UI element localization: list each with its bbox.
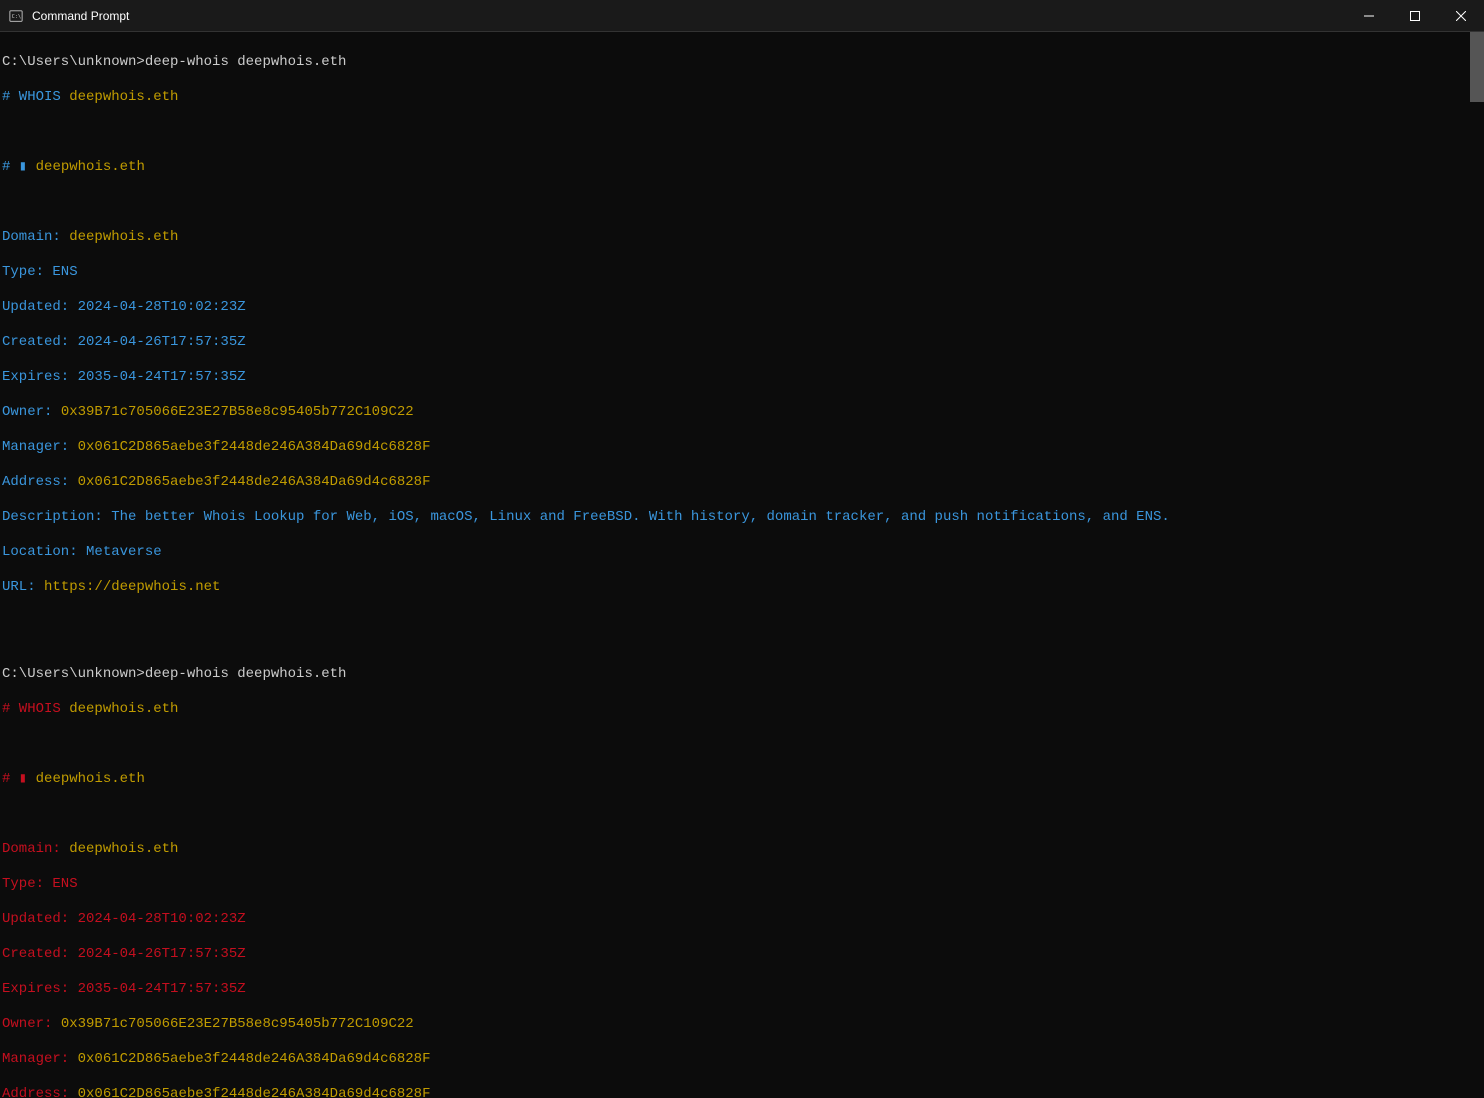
- owner-label: Owner:: [2, 404, 61, 420]
- owner-value: 0x39B71c705066E23E27B58e8c95405b772C109C…: [61, 1016, 414, 1032]
- close-button[interactable]: [1438, 0, 1484, 31]
- terminal-output[interactable]: C:\Users\unknown>deep-whois deepwhois.et…: [0, 32, 1484, 1098]
- titlebar-controls: [1346, 0, 1484, 31]
- owner-value: 0x39B71c705066E23E27B58e8c95405b772C109C…: [61, 404, 414, 420]
- type-line: Type: ENS: [2, 876, 78, 892]
- expires-line: Expires: 2035-04-24T17:57:35Z: [2, 981, 246, 997]
- updated-line: Updated: 2024-04-28T10:02:23Z: [2, 299, 246, 315]
- window-title: Command Prompt: [32, 9, 1346, 23]
- address-value: 0x061C2D865aebe3f2448de246A384Da69d4c682…: [78, 1086, 431, 1098]
- whois-header-prefix: # WHOIS: [2, 701, 69, 717]
- cmd-icon: C:\: [8, 8, 24, 24]
- titlebar: C:\ Command Prompt: [0, 0, 1484, 32]
- prompt: C:\Users\unknown>: [2, 666, 145, 682]
- prompt: C:\Users\unknown>: [2, 54, 145, 70]
- address-label: Address:: [2, 474, 78, 490]
- location-line: Location: Metaverse: [2, 544, 162, 560]
- block-header-prefix: # ▮: [2, 771, 36, 787]
- svg-text:C:\: C:\: [12, 13, 21, 19]
- maximize-button[interactable]: [1392, 0, 1438, 31]
- minimize-button[interactable]: [1346, 0, 1392, 31]
- manager-label: Manager:: [2, 439, 78, 455]
- domain-value: deepwhois.eth: [69, 229, 178, 245]
- domain-value: deepwhois.eth: [69, 841, 178, 857]
- command: deep-whois deepwhois.eth: [145, 54, 347, 70]
- address-label: Address:: [2, 1086, 78, 1098]
- command: deep-whois deepwhois.eth: [145, 666, 347, 682]
- url-value: https://deepwhois.net: [44, 579, 220, 595]
- domain-label: Domain:: [2, 229, 69, 245]
- created-line: Created: 2024-04-26T17:57:35Z: [2, 946, 246, 962]
- manager-label: Manager:: [2, 1051, 78, 1067]
- block-header-prefix: # ▮: [2, 159, 36, 175]
- manager-value: 0x061C2D865aebe3f2448de246A384Da69d4c682…: [78, 439, 431, 455]
- created-line: Created: 2024-04-26T17:57:35Z: [2, 334, 246, 350]
- block-header-domain: deepwhois.eth: [36, 159, 145, 175]
- updated-line: Updated: 2024-04-28T10:02:23Z: [2, 911, 246, 927]
- owner-label: Owner:: [2, 1016, 61, 1032]
- expires-line: Expires: 2035-04-24T17:57:35Z: [2, 369, 246, 385]
- whois-header-domain: deepwhois.eth: [69, 701, 178, 717]
- type-line: Type: ENS: [2, 264, 78, 280]
- block-header-domain: deepwhois.eth: [36, 771, 145, 787]
- domain-label: Domain:: [2, 841, 69, 857]
- whois-header-prefix: # WHOIS: [2, 89, 69, 105]
- description-line: Description: The better Whois Lookup for…: [2, 509, 1170, 525]
- manager-value: 0x061C2D865aebe3f2448de246A384Da69d4c682…: [78, 1051, 431, 1067]
- address-value: 0x061C2D865aebe3f2448de246A384Da69d4c682…: [78, 474, 431, 490]
- url-label: URL:: [2, 579, 44, 595]
- whois-header-domain: deepwhois.eth: [69, 89, 178, 105]
